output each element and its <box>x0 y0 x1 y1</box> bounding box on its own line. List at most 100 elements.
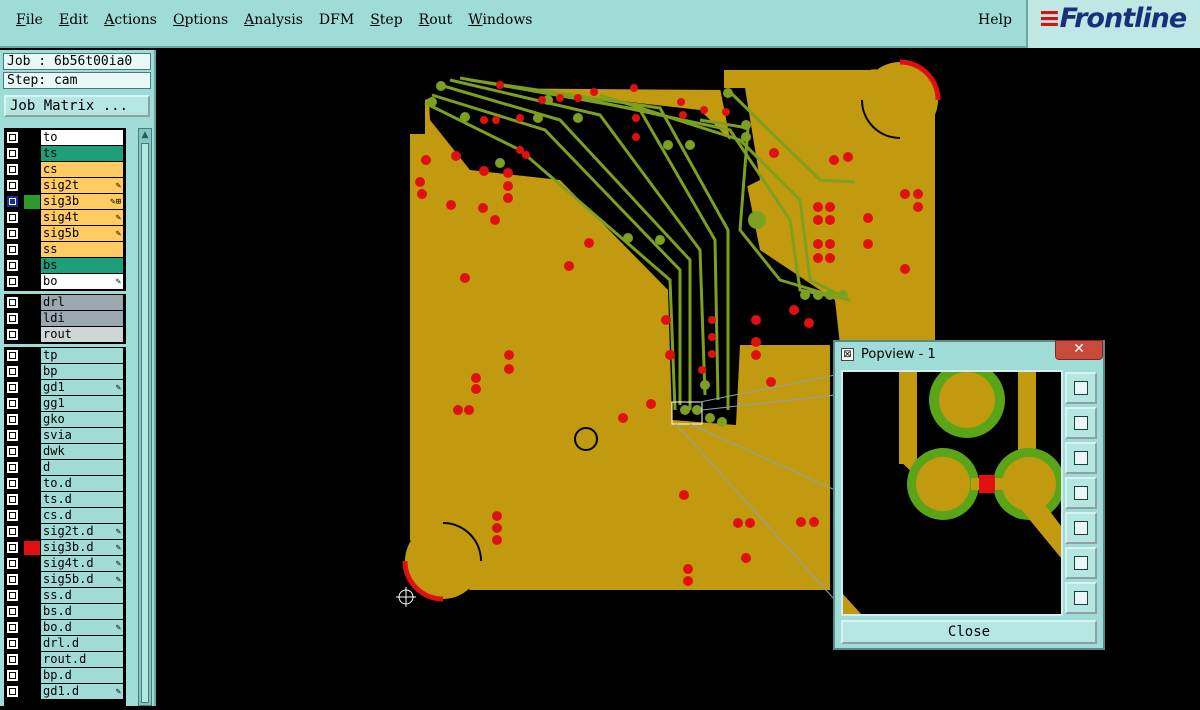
layer-name[interactable]: sig3b.d ✎ <box>41 540 123 555</box>
layer-checkbox[interactable] <box>6 328 19 341</box>
layer-name[interactable]: gko <box>41 412 123 427</box>
layer-row[interactable]: bp.d <box>4 668 126 684</box>
layer-checkbox[interactable] <box>6 557 19 570</box>
layer-row[interactable]: to <box>4 130 126 146</box>
layer-checkbox[interactable] <box>6 669 19 682</box>
layer-checkbox[interactable] <box>6 147 19 160</box>
layer-name[interactable]: bs.d <box>41 604 123 619</box>
layer-name[interactable]: to.d <box>41 476 123 491</box>
layer-checkbox[interactable] <box>6 131 19 144</box>
layer-row[interactable]: cs <box>4 162 126 178</box>
menu-rout[interactable]: Rout <box>411 12 461 28</box>
layer-row[interactable]: cs.d <box>4 508 126 524</box>
layer-row[interactable]: ss.d <box>4 588 126 604</box>
close-icon[interactable]: ✕ <box>1055 340 1103 360</box>
layer-name[interactable]: rout <box>41 327 123 342</box>
layer-checkbox[interactable] <box>6 685 19 698</box>
menu-dfm[interactable]: DFM <box>311 12 362 28</box>
close-button[interactable]: Close <box>841 620 1097 644</box>
layer-name[interactable]: cs.d <box>41 508 123 523</box>
layer-row[interactable]: ldi <box>4 311 126 327</box>
layer-row[interactable]: sig5b.d ✎ <box>4 572 126 588</box>
layer-checkbox[interactable] <box>6 541 19 554</box>
layer-row[interactable]: bo ✎ <box>4 274 126 290</box>
menu-actions[interactable]: Actions <box>96 12 165 28</box>
layer-checkbox[interactable] <box>6 381 19 394</box>
layer-checkbox[interactable] <box>6 195 19 208</box>
layer-row[interactable]: ss <box>4 242 126 258</box>
layer-name[interactable]: bo.d ✎ <box>41 620 123 635</box>
layer-name[interactable]: ldi <box>41 311 123 326</box>
layer-checkbox[interactable] <box>6 477 19 490</box>
layer-name[interactable]: drl.d <box>41 636 123 651</box>
layer-checkbox[interactable] <box>6 349 19 362</box>
layer-name[interactable]: bp.d <box>41 668 123 683</box>
layer-checkbox[interactable] <box>6 397 19 410</box>
popview-titlebar[interactable]: ⊠ Popview - 1 ✕ <box>835 340 1103 366</box>
layer-name[interactable]: bp <box>41 364 123 379</box>
scroll-up-icon[interactable]: ▲ <box>140 130 150 140</box>
layer-name[interactable]: ts <box>41 146 123 161</box>
layer-checkbox[interactable] <box>6 445 19 458</box>
layer-row[interactable]: sig4t.d ✎ <box>4 556 126 572</box>
job-matrix-button[interactable]: Job Matrix ... <box>4 95 150 117</box>
layer-checkbox[interactable] <box>6 413 19 426</box>
layer-checkbox[interactable] <box>6 493 19 506</box>
layer-name[interactable]: svia <box>41 428 123 443</box>
layer-name[interactable]: ts.d <box>41 492 123 507</box>
pan-down-button[interactable] <box>1065 442 1097 474</box>
menu-file[interactable]: File <box>8 12 51 28</box>
layer-checkbox[interactable] <box>6 589 19 602</box>
menu-analysis[interactable]: Analysis <box>236 12 311 28</box>
layer-name[interactable]: bo ✎ <box>41 274 123 289</box>
layer-row[interactable]: sig3b ✎⊞ <box>4 194 126 210</box>
layer-checkbox[interactable] <box>6 525 19 538</box>
layer-checkbox[interactable] <box>6 429 19 442</box>
layer-name[interactable]: ss <box>41 242 123 257</box>
menu-help[interactable]: Help <box>970 12 1020 28</box>
layer-row[interactable]: sig2t.d ✎ <box>4 524 126 540</box>
layer-name[interactable]: sig4t ✎ <box>41 210 123 225</box>
layer-checkbox[interactable] <box>6 259 19 272</box>
layer-checkbox[interactable] <box>6 605 19 618</box>
layer-row[interactable]: sig4t ✎ <box>4 210 126 226</box>
layer-name[interactable]: sig4t.d ✎ <box>41 556 123 571</box>
zoom-window-button[interactable] <box>1065 372 1097 404</box>
layer-row[interactable]: gd1 ✎ <box>4 380 126 396</box>
layer-checkbox[interactable] <box>6 509 19 522</box>
layer-name[interactable]: gd1 ✎ <box>41 380 123 395</box>
layer-name[interactable]: gg1 <box>41 396 123 411</box>
layer-checkbox[interactable] <box>6 163 19 176</box>
layer-name[interactable]: sig5b.d ✎ <box>41 572 123 587</box>
layer-checkbox[interactable] <box>6 621 19 634</box>
layer-checkbox[interactable] <box>6 653 19 666</box>
menu-options[interactable]: Options <box>165 12 236 28</box>
layer-checkbox[interactable] <box>6 275 19 288</box>
layer-row[interactable]: ts <box>4 146 126 162</box>
layer-row[interactable]: to.d <box>4 476 126 492</box>
zoom-fit-button[interactable] <box>1065 547 1097 579</box>
layer-name[interactable]: d <box>41 460 123 475</box>
layer-row[interactable]: bp <box>4 364 126 380</box>
layer-checkbox[interactable] <box>6 211 19 224</box>
layer-checkbox[interactable] <box>6 179 19 192</box>
layer-row[interactable]: sig2t ✎ <box>4 178 126 194</box>
layer-row[interactable]: tp <box>4 348 126 364</box>
layer-checkbox[interactable] <box>6 573 19 586</box>
layer-name[interactable]: to <box>41 130 123 145</box>
layer-row[interactable]: d <box>4 460 126 476</box>
layer-row[interactable]: ts.d <box>4 492 126 508</box>
menu-step[interactable]: Step <box>362 12 410 28</box>
layer-row[interactable]: rout.d <box>4 652 126 668</box>
layer-row[interactable]: gko <box>4 412 126 428</box>
layer-row[interactable]: bs <box>4 258 126 274</box>
layer-checkbox[interactable] <box>6 227 19 240</box>
layer-row[interactable]: sig5b ✎ <box>4 226 126 242</box>
layer-name[interactable]: rout.d <box>41 652 123 667</box>
layer-checkbox[interactable] <box>6 637 19 650</box>
layer-row[interactable]: gg1 <box>4 396 126 412</box>
layer-row[interactable]: rout <box>4 327 126 343</box>
layer-row[interactable]: dwk <box>4 444 126 460</box>
layer-name[interactable]: sig5b ✎ <box>41 226 123 241</box>
layer-name[interactable]: gd1.d ✎ <box>41 684 123 699</box>
